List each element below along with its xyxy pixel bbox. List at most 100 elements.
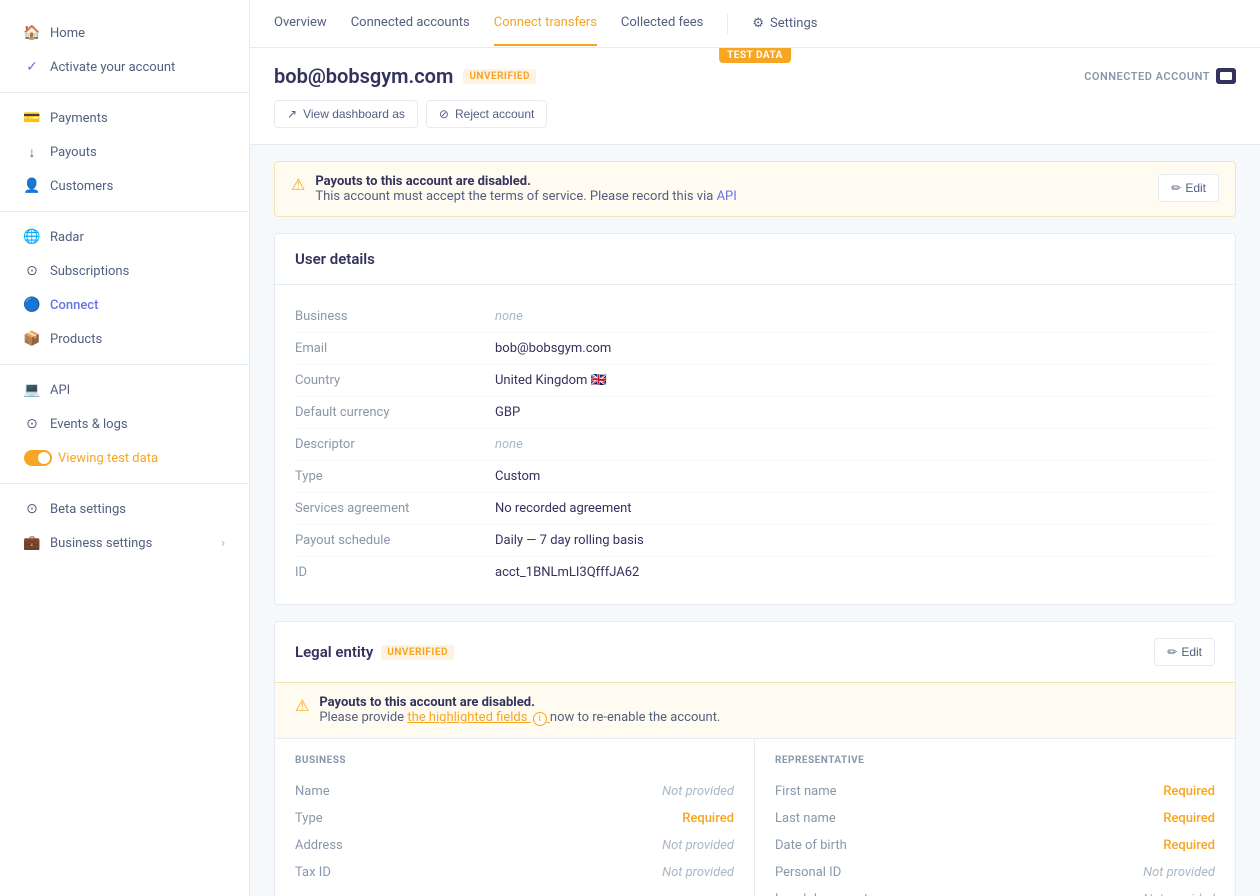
api-link[interactable]: API <box>717 189 737 204</box>
test-data-badge: TEST DATA <box>719 48 791 63</box>
sidebar-item-home[interactable]: 🏠 Home <box>8 17 241 49</box>
sidebar-item-api[interactable]: 💻 API <box>8 374 241 406</box>
legal-alert: ⚠ Payouts to this account are disabled. … <box>275 682 1235 738</box>
radar-icon: 🌐 <box>24 229 40 245</box>
nav-divider <box>727 14 728 34</box>
payout-alert-banner: ⚠ Payouts to this account are disabled. … <box>274 161 1236 217</box>
rep-field-label: Date of birth <box>775 838 847 853</box>
detail-label: Default currency <box>295 405 495 420</box>
detail-value: none <box>495 309 523 324</box>
user-details-content: Business none Email bob@bobsgym.com Coun… <box>275 285 1235 604</box>
business-field-label: Name <box>295 784 330 799</box>
representative-field-row: Last name Required <box>775 805 1215 832</box>
representative-field-row: First name Required <box>775 778 1215 805</box>
payout-edit-button[interactable]: ✏ Edit <box>1158 174 1219 202</box>
detail-value: Daily — 7 day rolling basis <box>495 533 644 548</box>
check-icon: ✓ <box>24 59 40 75</box>
user-detail-row: Services agreement No recorded agreement <box>295 493 1215 525</box>
sidebar-item-payments[interactable]: 💳 Payments <box>8 102 241 134</box>
sidebar-item-events-logs[interactable]: ⊙ Events & logs <box>8 408 241 440</box>
sidebar-item-connect[interactable]: 🔵 Connect <box>8 289 241 321</box>
detail-value: acct_1BNLmLI3QfffJA62 <box>495 565 639 580</box>
detail-value: none <box>495 437 523 452</box>
business-field-label: Tax ID <box>295 865 331 880</box>
detail-label: ID <box>295 565 495 580</box>
business-settings-icon: 💼 <box>24 535 40 551</box>
external-link-icon: ↗ <box>287 107 297 121</box>
detail-label: Descriptor <box>295 437 495 452</box>
user-detail-row: Payout schedule Daily — 7 day rolling ba… <box>295 525 1215 557</box>
business-column: BUSINESS Name Not provided Type Required… <box>275 739 755 896</box>
business-field-label: Type <box>295 811 323 826</box>
tab-overview[interactable]: Overview <box>274 1 327 46</box>
sidebar-item-activate[interactable]: ✓ Activate your account <box>8 51 241 83</box>
sidebar: 🏠 Home ✓ Activate your account 💳 Payment… <box>0 0 250 896</box>
business-field-row: Tax ID Not provided <box>295 859 734 886</box>
tab-collected-fees[interactable]: Collected fees <box>621 1 703 46</box>
user-details-title: User details <box>295 250 375 268</box>
legal-warning-icon: ⚠ <box>295 696 309 715</box>
customers-icon: 👤 <box>24 178 40 194</box>
representative-field-row: Legal document Not provided <box>775 886 1215 896</box>
products-icon: 📦 <box>24 331 40 347</box>
main-content: Overview Connected accounts Connect tran… <box>250 0 1260 896</box>
settings-nav[interactable]: ⚙ Settings <box>752 16 817 31</box>
business-field-value: Required <box>682 811 734 826</box>
info-icon[interactable]: i <box>533 712 547 726</box>
sidebar-item-subscriptions[interactable]: ⊙ Subscriptions <box>8 255 241 287</box>
sidebar-item-radar[interactable]: 🌐 Radar <box>8 221 241 253</box>
representative-field-row: Personal ID Not provided <box>775 859 1215 886</box>
connected-account-label: CONNECTED ACCOUNT <box>1084 68 1236 84</box>
business-field-row: Address Not provided <box>295 832 734 859</box>
test-data-toggle[interactable] <box>24 450 52 466</box>
connect-icon: 🔵 <box>24 297 40 313</box>
rep-field-value: Not provided <box>1143 892 1215 896</box>
tab-connect-transfers[interactable]: Connect transfers <box>494 1 597 46</box>
legal-columns: BUSINESS Name Not provided Type Required… <box>275 738 1235 896</box>
business-field-value: Not provided <box>662 838 734 853</box>
account-actions: ↗ View dashboard as ⊘ Reject account <box>274 100 1236 128</box>
account-email: bob@bobsgym.com <box>274 64 453 88</box>
detail-label: Country <box>295 373 495 388</box>
representative-col-header: REPRESENTATIVE <box>775 755 1215 766</box>
payments-icon: 💳 <box>24 110 40 126</box>
tab-connected-accounts[interactable]: Connected accounts <box>351 1 470 46</box>
user-detail-row: Business none <box>295 301 1215 333</box>
detail-label: Business <box>295 309 495 324</box>
events-icon: ⊙ <box>24 416 40 432</box>
user-detail-row: Type Custom <box>295 461 1215 493</box>
unverified-badge: UNVERIFIED <box>463 69 536 84</box>
reject-account-button[interactable]: ⊘ Reject account <box>426 100 547 128</box>
user-detail-row: ID acct_1BNLmLI3QfffJA62 <box>295 557 1215 588</box>
business-col-header: BUSINESS <box>295 755 734 766</box>
legal-unverified-badge: UNVERIFIED <box>381 645 454 660</box>
rep-field-value: Required <box>1163 838 1215 853</box>
alert-text: Payouts to this account are disabled. Th… <box>315 174 736 204</box>
representative-column: REPRESENTATIVE First name Required Last … <box>755 739 1235 896</box>
detail-value: GBP <box>495 405 520 420</box>
user-detail-row: Descriptor none <box>295 429 1215 461</box>
sidebar-item-products[interactable]: 📦 Products <box>8 323 241 355</box>
sidebar-item-business-settings[interactable]: 💼 Business settings › <box>8 527 241 559</box>
sidebar-item-beta-settings[interactable]: ⊙ Beta settings <box>8 493 241 525</box>
legal-entity-edit-button[interactable]: ✏ Edit <box>1154 638 1215 666</box>
business-field-value: Not provided <box>662 784 734 799</box>
business-field-label: Address <box>295 838 343 853</box>
detail-value: Custom <box>495 469 540 484</box>
highlighted-fields-link[interactable]: the highlighted fields i <box>407 710 550 725</box>
business-field-row: Type Required <box>295 805 734 832</box>
user-details-header: User details <box>275 234 1235 285</box>
user-detail-row: Country United Kingdom 🇬🇧 <box>295 365 1215 397</box>
sidebar-item-viewing-test-data[interactable]: Viewing test data <box>8 442 241 474</box>
warning-icon: ⚠ <box>291 175 305 194</box>
rep-field-value: Required <box>1163 784 1215 799</box>
rep-field-label: First name <box>775 784 836 799</box>
sidebar-item-customers[interactable]: 👤 Customers <box>8 170 241 202</box>
pencil-icon: ✏ <box>1171 181 1181 195</box>
api-icon: 💻 <box>24 382 40 398</box>
view-dashboard-button[interactable]: ↗ View dashboard as <box>274 100 418 128</box>
user-detail-row: Default currency GBP <box>295 397 1215 429</box>
connected-icon <box>1216 68 1236 84</box>
sidebar-item-payouts[interactable]: ↓ Payouts <box>8 136 241 168</box>
user-detail-row: Email bob@bobsgym.com <box>295 333 1215 365</box>
